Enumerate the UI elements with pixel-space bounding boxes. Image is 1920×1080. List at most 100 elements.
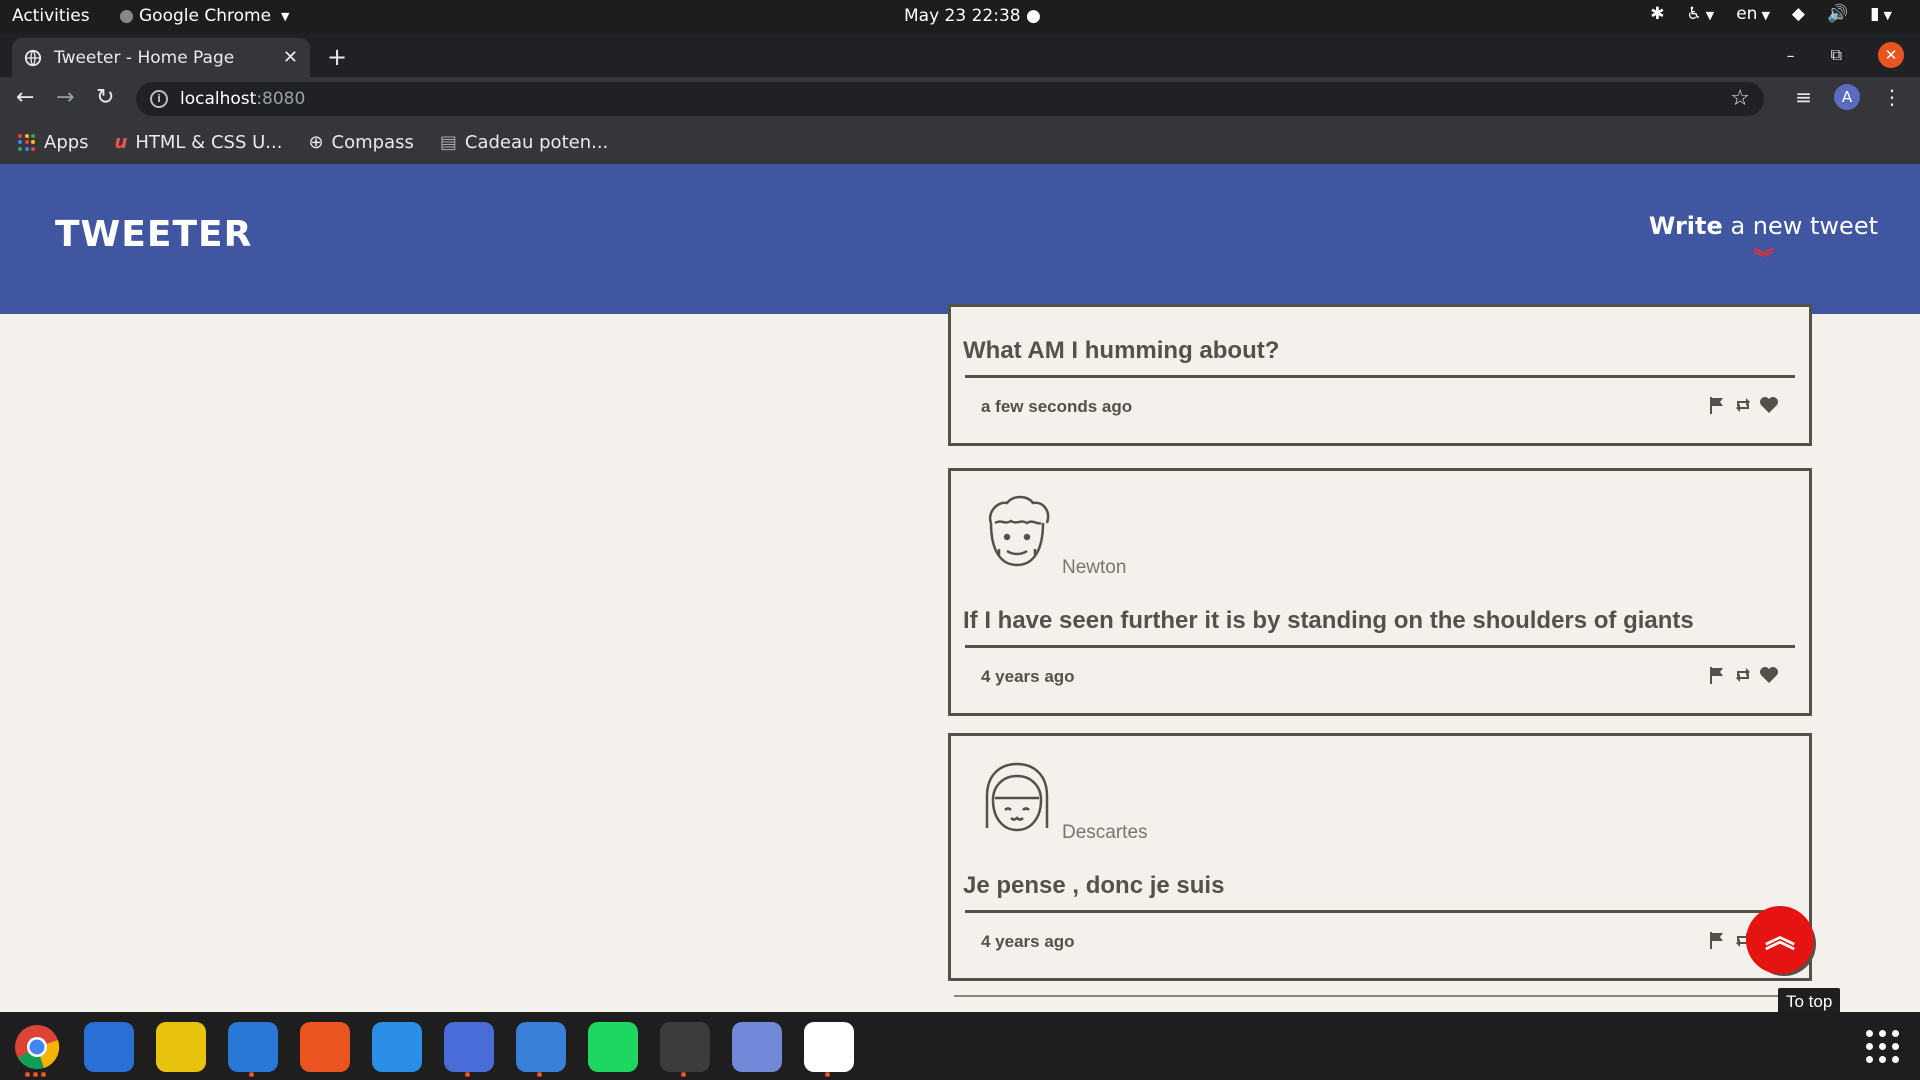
window-controls: – ⧉ ✕ bbox=[1787, 42, 1904, 68]
language-indicator[interactable]: en ▼ bbox=[1736, 4, 1770, 24]
tweet-divider bbox=[965, 910, 1795, 913]
flag-icon[interactable] bbox=[1707, 930, 1727, 950]
tweet-actions bbox=[1707, 395, 1779, 415]
running-indicator bbox=[41, 1072, 46, 1077]
url-host: localhost bbox=[180, 89, 257, 109]
running-indicator bbox=[465, 1072, 470, 1077]
dock-rhythmbox-icon[interactable] bbox=[156, 1022, 206, 1072]
retweet-icon[interactable] bbox=[1733, 395, 1753, 415]
heart-icon[interactable] bbox=[1759, 395, 1779, 415]
toolbar-right: ≡ A ⋮ bbox=[1795, 84, 1902, 110]
running-indicator bbox=[825, 1072, 830, 1077]
minimize-button[interactable]: – bbox=[1787, 46, 1795, 65]
app-menu[interactable]: Google Chrome ▼ bbox=[120, 6, 290, 26]
running-indicator bbox=[25, 1072, 30, 1077]
restore-button[interactable]: ⧉ bbox=[1831, 45, 1842, 65]
dock-thunderbird-icon[interactable] bbox=[84, 1022, 134, 1072]
tweet-content: What AM I humming about? bbox=[963, 337, 1280, 364]
tweet-card: Descartes Je pense , donc je suis 4 year… bbox=[948, 733, 1812, 981]
double-chevron-up-icon: ︽ bbox=[1746, 906, 1814, 974]
slack-tray-icon[interactable]: ✱ bbox=[1650, 4, 1664, 24]
tweet-divider bbox=[965, 645, 1795, 648]
dock-terminal-icon[interactable] bbox=[660, 1022, 710, 1072]
avatar-bangs-hair-icon bbox=[985, 762, 1049, 832]
tweet-age: 4 years ago bbox=[981, 667, 1075, 686]
udemy-icon: u bbox=[114, 132, 128, 153]
dock-software-center-icon[interactable] bbox=[300, 1022, 350, 1072]
compass-icon: ⊕ bbox=[308, 132, 324, 153]
profile-avatar[interactable]: A bbox=[1834, 84, 1860, 110]
app-menu-label: Google Chrome bbox=[139, 6, 272, 26]
language-label: en bbox=[1736, 4, 1758, 24]
activities-button[interactable]: Activities bbox=[12, 6, 90, 26]
tweet-handle: Descartes bbox=[1062, 822, 1148, 843]
site-logo: TWEETER bbox=[55, 214, 253, 255]
dock-spotify-icon[interactable] bbox=[588, 1022, 638, 1072]
tweet-card: Newton If I have seen further it is by s… bbox=[948, 468, 1812, 716]
compose-strong: Write bbox=[1648, 212, 1723, 240]
web-page: TWEETER Write a new tweet ︾ What AM I hu… bbox=[0, 164, 1920, 1012]
avatar-curly-hair-icon bbox=[988, 495, 1050, 567]
dock-tasks-icon[interactable] bbox=[444, 1022, 494, 1072]
menu-kebab-icon[interactable]: ⋮ bbox=[1882, 85, 1902, 109]
address-bar[interactable]: i localhost:8080 ☆ bbox=[136, 82, 1764, 116]
flag-icon[interactable] bbox=[1707, 395, 1727, 415]
clock[interactable]: May 23 22:38 ● bbox=[904, 6, 1041, 26]
tweet-divider bbox=[965, 375, 1795, 378]
url-port: :8080 bbox=[256, 89, 306, 109]
dock-libreoffice-writer-icon[interactable] bbox=[228, 1022, 278, 1072]
double-chevron-down-icon: ︾ bbox=[1753, 246, 1774, 270]
wifi-icon[interactable]: ◆ bbox=[1792, 4, 1805, 24]
dock-chrome-icon[interactable] bbox=[2, 1012, 72, 1080]
browser-toolbar: ← → ↻ i localhost:8080 ☆ ≡ A ⋮ bbox=[0, 77, 1920, 121]
accessibility-icon[interactable]: ♿ ▼ bbox=[1687, 4, 1715, 24]
chevron-down-icon: ▼ bbox=[281, 9, 290, 23]
apps-grid-icon bbox=[18, 133, 36, 152]
bookmark-compass[interactable]: ⊕ Compass bbox=[308, 132, 413, 153]
bookmark-html-css[interactable]: u HTML & CSS U... bbox=[115, 132, 283, 153]
running-indicator bbox=[537, 1072, 542, 1077]
volume-icon[interactable]: 🔊 bbox=[1827, 4, 1848, 24]
bookmark-cadeau[interactable]: ▤ Cadeau poten... bbox=[440, 132, 608, 153]
reload-button[interactable]: ↻ bbox=[96, 85, 114, 110]
flag-icon[interactable] bbox=[1707, 665, 1727, 685]
tweet-card: What AM I humming about? a few seconds a… bbox=[948, 304, 1812, 446]
dock-notes-icon[interactable] bbox=[516, 1022, 566, 1072]
tweet-actions bbox=[1707, 665, 1779, 685]
globe-icon bbox=[24, 49, 42, 66]
tab-title: Tweeter - Home Page bbox=[54, 47, 235, 68]
battery-icon[interactable]: ▮ ▼ bbox=[1870, 4, 1892, 24]
info-icon[interactable]: i bbox=[150, 90, 168, 108]
page-divider bbox=[954, 995, 1806, 997]
tweet-handle: Newton bbox=[1062, 557, 1127, 578]
clock-text: May 23 22:38 bbox=[904, 6, 1021, 26]
tab-close-icon[interactable]: ✕ bbox=[283, 47, 298, 68]
tab-active[interactable]: Tweeter - Home Page ✕ bbox=[12, 38, 310, 77]
to-top-button[interactable]: ︽ bbox=[1746, 906, 1816, 986]
bookmark-apps[interactable]: Apps bbox=[18, 132, 89, 153]
system-tray[interactable]: ✱ ♿ ▼ en ▼ ◆ 🔊 ▮ ▼ bbox=[1650, 4, 1892, 24]
window-close-button[interactable]: ✕ bbox=[1878, 42, 1904, 68]
heart-icon[interactable] bbox=[1759, 665, 1779, 685]
new-tab-button[interactable]: + bbox=[327, 43, 347, 71]
bookmarks-bar: Apps u HTML & CSS U... ⊕ Compass ▤ Cadea… bbox=[0, 121, 1920, 164]
chrome-small-icon bbox=[120, 9, 133, 23]
back-button[interactable]: ← bbox=[16, 85, 34, 110]
forward-button[interactable]: → bbox=[56, 85, 74, 110]
tweet-age: 4 years ago bbox=[981, 932, 1075, 951]
bookmark-label: Compass bbox=[331, 132, 414, 153]
dock-help-icon[interactable] bbox=[372, 1022, 422, 1072]
running-indicator bbox=[33, 1072, 38, 1077]
tweet-content: If I have seen further it is by standing… bbox=[963, 607, 1694, 634]
bookmark-label: Apps bbox=[44, 132, 89, 153]
write-tweet-toggle[interactable]: Write a new tweet ︾ bbox=[1649, 212, 1878, 271]
bookmark-star-icon[interactable]: ☆ bbox=[1730, 86, 1750, 111]
retweet-icon[interactable] bbox=[1733, 665, 1753, 685]
compose-rest: a new tweet bbox=[1730, 212, 1878, 240]
show-applications-button[interactable] bbox=[1866, 1030, 1900, 1064]
dock-discord-icon[interactable] bbox=[732, 1022, 782, 1072]
media-control-icon[interactable]: ≡ bbox=[1795, 85, 1812, 109]
tweet-age: a few seconds ago bbox=[981, 397, 1133, 416]
dock-slack-icon[interactable] bbox=[804, 1022, 854, 1072]
system-top-bar: Activities Google Chrome ▼ May 23 22:38 … bbox=[0, 0, 1920, 33]
